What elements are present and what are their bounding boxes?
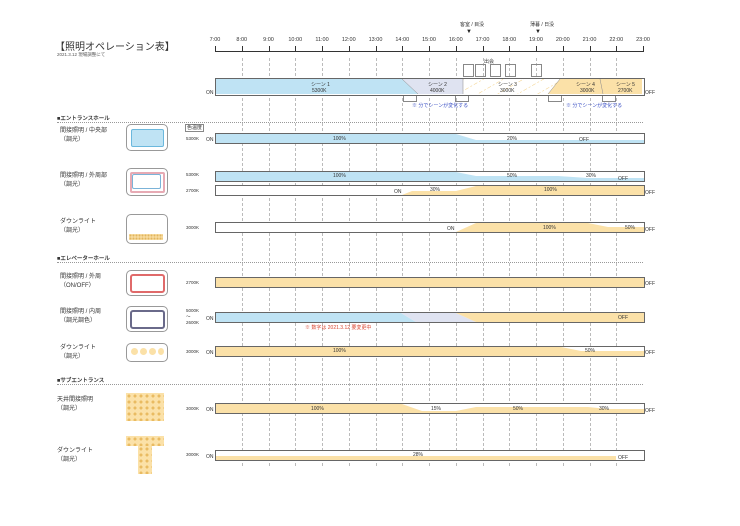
timeline-bar — [215, 222, 645, 233]
row-kelvin: 3000K — [186, 349, 200, 354]
section-divider — [57, 262, 643, 263]
row-off: OFF — [645, 227, 655, 233]
row-off: OFF — [645, 350, 655, 356]
row-value: 28% — [413, 452, 424, 458]
row-value: 100% — [333, 173, 346, 179]
row-label: 間接照明 / 外周 （ON/OFF） — [60, 274, 102, 289]
fixture-icon — [126, 306, 168, 332]
scene-off: OFF — [645, 90, 655, 96]
row-off: OFF — [618, 176, 628, 182]
scene-mark-box — [475, 64, 486, 77]
row-off: OFF — [579, 137, 589, 143]
fixture-icon — [126, 124, 168, 151]
row-off: OFF — [645, 190, 655, 196]
row-off: OFF — [645, 281, 655, 287]
row-value: 100% — [333, 136, 346, 142]
row-value: 50% — [507, 173, 518, 179]
row-note: ※ 数字は 2021.3.12 要変更中 — [305, 325, 372, 331]
row-off: OFF — [618, 315, 628, 321]
timeline-bar — [215, 450, 645, 461]
row-value: 100% — [544, 187, 557, 193]
row-kelvin: 3000K — [186, 452, 200, 457]
row-value: 30% — [586, 173, 597, 179]
row-value: 30% — [599, 406, 610, 412]
row-off: OFF — [618, 455, 628, 461]
scene-bar-fills — [216, 78, 642, 95]
scene-bracket — [403, 96, 417, 102]
color-temp-header: 色温度 — [185, 124, 205, 132]
row-on: ON — [447, 226, 455, 232]
fixture-icon — [126, 270, 168, 296]
fixture-icon — [126, 214, 168, 244]
row-label: 間接照明 / 内周 （調光調色） — [60, 309, 102, 324]
section-divider — [57, 122, 643, 123]
row-value: 50% — [513, 406, 524, 412]
section-elevator-hall: ■エレベーターホール — [57, 256, 110, 262]
row-value: 50% — [625, 225, 636, 231]
fixture-icon — [126, 436, 164, 446]
row-off: OFF — [645, 408, 655, 414]
timeline-bar — [215, 277, 645, 288]
scene-mark-box — [463, 64, 474, 77]
scene-note-1: ※ 分でシーンが変化する — [412, 103, 469, 109]
row-label: ダウンライト （調光） — [57, 448, 94, 463]
row-value: 15% — [431, 406, 442, 412]
row-value: 20% — [507, 136, 518, 142]
fixture-icon — [126, 168, 168, 196]
row-on: ON — [206, 454, 214, 460]
timeline-bar — [215, 403, 645, 414]
section-sub-entrance: ■サブエントランス — [57, 378, 105, 384]
row-kelvin: 5300K — [186, 172, 200, 177]
row-value: 50% — [585, 348, 596, 354]
scene-4-kelvin: 3000K — [580, 88, 595, 94]
section-entrance-hall: ■エントランスホール — [57, 116, 110, 122]
row-value: 100% — [311, 406, 324, 412]
row-label: ダウンライト （調光） — [60, 345, 97, 360]
row-label: 間接照明 / 中央部 （調光） — [60, 128, 108, 143]
fixture-icon — [126, 343, 168, 362]
row-value: ON — [394, 189, 402, 195]
row-kelvin: 5000K 〜 2600K — [186, 308, 200, 325]
scene-3-kelvin: 3000K — [500, 88, 515, 94]
row-value: 100% — [333, 348, 346, 354]
scene-mark-box — [490, 64, 501, 77]
scene-mark-box — [531, 64, 542, 77]
row-kelvin-2: 2700K — [186, 188, 200, 193]
fixture-icon — [138, 446, 152, 474]
scene-2-kelvin: 4000K — [430, 88, 445, 94]
timeline-bar — [215, 171, 645, 182]
row-on: ON — [206, 137, 214, 143]
row-kelvin: 3000K — [186, 406, 200, 411]
scene-bracket — [602, 96, 616, 102]
scene-bracket — [548, 96, 562, 102]
fixture-icon — [126, 393, 164, 421]
row-on: ON — [206, 316, 214, 322]
row-value: 100% — [543, 225, 556, 231]
scene-note-2: ※ 分でシーンが変化する — [566, 103, 623, 109]
row-kelvin: 3000K — [186, 225, 200, 230]
row-label: ダウンライト （調光） — [60, 219, 97, 234]
scene-5-kelvin: 2700K — [618, 88, 633, 94]
section-divider — [57, 384, 643, 385]
scene-mark-box — [505, 64, 516, 77]
row-on: ON — [206, 350, 214, 356]
row-kelvin: 2700K — [186, 280, 200, 285]
row-label: 天井間接照明 （調光） — [57, 397, 94, 412]
row-label: 間接照明 / 外周部 （調光） — [60, 173, 108, 188]
row-value: 30% — [430, 187, 441, 193]
row-on: ON — [206, 407, 214, 413]
scene-1-kelvin: 5300K — [312, 88, 327, 94]
scene-bracket — [455, 96, 469, 102]
timeline-bar — [215, 312, 645, 323]
row-kelvin: 5300K — [186, 136, 200, 141]
timeline-bar — [215, 346, 645, 357]
